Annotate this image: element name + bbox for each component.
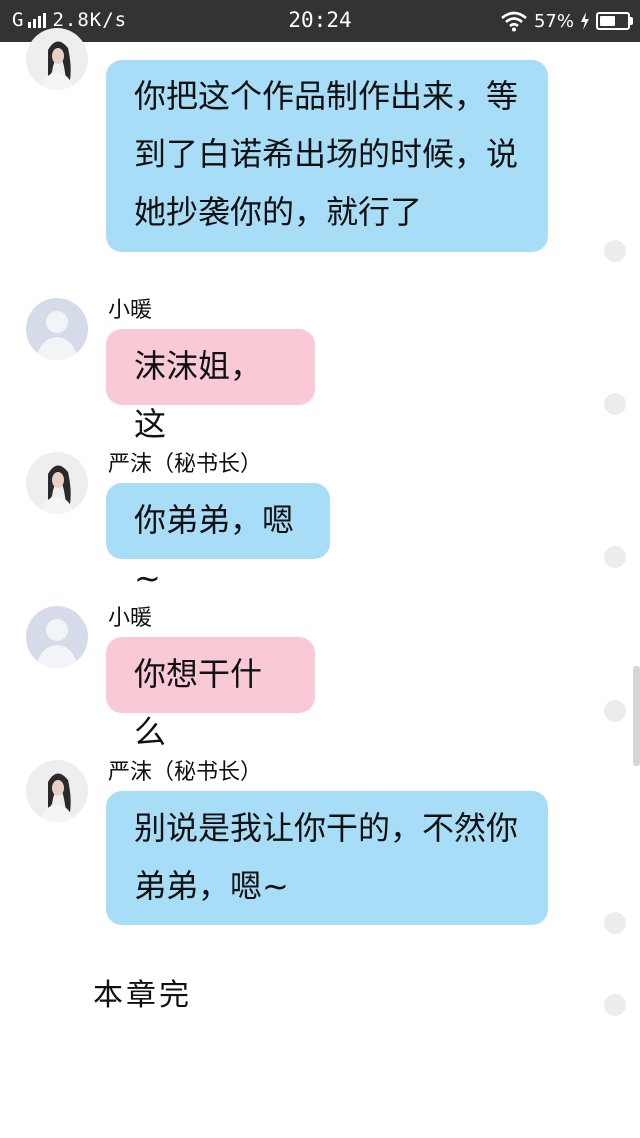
default-avatar-icon bbox=[26, 606, 88, 668]
select-dot[interactable] bbox=[604, 994, 626, 1016]
woman-avatar-icon bbox=[26, 760, 88, 822]
sender-name: 小暖 bbox=[108, 606, 153, 631]
status-bar: G 2.8K/s 20:24 57% bbox=[0, 0, 640, 42]
select-dot[interactable] bbox=[604, 912, 626, 934]
wifi-icon bbox=[501, 11, 527, 32]
woman-avatar-icon bbox=[26, 452, 88, 514]
charging-icon bbox=[581, 12, 589, 30]
avatar[interactable] bbox=[26, 452, 88, 514]
avatar[interactable] bbox=[26, 760, 88, 822]
avatar[interactable] bbox=[26, 606, 88, 668]
message-line: 她抄袭你的，就行了 bbox=[134, 193, 423, 231]
message-line: 弟弟，嗯~ bbox=[134, 867, 289, 905]
battery-fill bbox=[600, 16, 615, 26]
message-line: 到了白诺希出场的时候，说 bbox=[134, 135, 519, 173]
select-dot[interactable] bbox=[604, 546, 626, 568]
sender-name: 严沫（秘书长） bbox=[108, 760, 263, 785]
scrollbar[interactable] bbox=[633, 666, 640, 766]
select-dot[interactable] bbox=[604, 393, 626, 415]
battery-icon bbox=[596, 12, 633, 30]
woman-avatar-icon bbox=[26, 28, 88, 90]
avatar[interactable] bbox=[26, 298, 88, 360]
default-avatar-icon bbox=[26, 298, 88, 360]
message-bubble[interactable]: 你把这个作品制作出来，等 到了白诺希出场的时候，说 她抄袭你的，就行了 bbox=[106, 60, 548, 252]
message-bubble[interactable]: 你弟弟，嗯~ bbox=[106, 483, 330, 597]
message-bubble[interactable]: 沫沫姐，这 bbox=[106, 329, 315, 443]
message-bubble[interactable]: 别说是我让你干的，不然你 弟弟，嗯~ bbox=[106, 791, 548, 925]
message-line: 沫沫姐，这 bbox=[134, 347, 263, 443]
select-dot[interactable] bbox=[604, 700, 626, 722]
status-right: 57% bbox=[500, 7, 633, 35]
battery-percent: 57% bbox=[533, 10, 574, 32]
message-line: 你想干什么 bbox=[134, 655, 263, 751]
message-line: 你把这个作品制作出来，等 bbox=[134, 77, 519, 115]
sender-name: 严沫（秘书长） bbox=[108, 452, 263, 477]
select-dot[interactable] bbox=[604, 240, 626, 262]
message-bubble[interactable]: 你想干什么 bbox=[106, 637, 315, 751]
message-line: 你弟弟，嗯~ bbox=[134, 501, 295, 597]
avatar[interactable] bbox=[26, 28, 88, 90]
message-line: 别说是我让你干的，不然你 bbox=[134, 809, 519, 847]
chapter-end-label: 本章完 bbox=[93, 978, 192, 1013]
sender-name: 小暖 bbox=[108, 298, 153, 323]
